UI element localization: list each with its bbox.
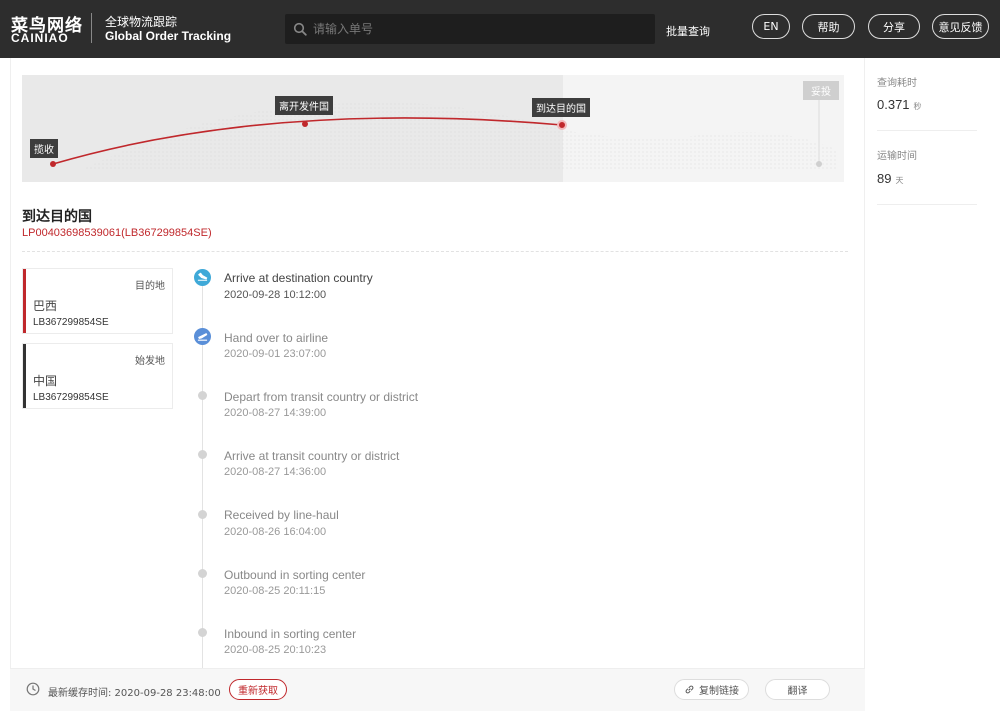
share-button[interactable]: 分享: [868, 14, 920, 39]
status-title: 到达目的国: [22, 209, 92, 225]
cache-time: 最新缓存时间: 2020-09-28 23:48:00: [48, 688, 221, 699]
transit-time-number: 89: [877, 171, 892, 186]
timeline-event: Arrive at destination country: [224, 271, 373, 285]
card-accent-bar: [23, 269, 26, 333]
query-time-label: 查询耗时: [877, 78, 917, 89]
plane-takeoff-icon: [194, 328, 211, 345]
destination-code: LB367299854SE: [33, 317, 109, 328]
timeline-time: 2020-08-26 16:04:00: [224, 526, 327, 538]
timeline-dot: [198, 569, 207, 578]
origin-country: 中国: [33, 374, 58, 388]
origin-label: 始发地: [135, 356, 165, 367]
search-icon[interactable]: [293, 22, 307, 36]
search-input[interactable]: [313, 14, 643, 44]
map-label-delivered: 妥投: [803, 81, 839, 100]
destination-point: [557, 120, 567, 130]
clock-icon: [26, 682, 40, 696]
timeline-time: 2020-08-27 14:39:00: [224, 407, 327, 419]
timeline-dot: [198, 391, 207, 400]
map-label-depart: 离开发件国: [275, 96, 333, 115]
route-map: 揽收 离开发件国 到达目的国 妥投: [22, 75, 844, 182]
batch-query-link[interactable]: 批量查询: [666, 23, 710, 39]
timeline-time: 2020-08-27 14:36:00: [224, 466, 327, 478]
stat-divider: [877, 204, 977, 205]
query-time-value: 0.371 秒: [877, 97, 922, 112]
timeline-event: Hand over to airline: [224, 331, 329, 345]
top-header: 菜鸟网络 CAINIAO 全球物流跟踪 Global Order Trackin…: [0, 0, 1000, 58]
copy-link-button[interactable]: 复制链接: [674, 679, 749, 700]
destination-label: 目的地: [135, 281, 165, 292]
plane-landing-icon: [194, 269, 211, 286]
search-box[interactable]: [285, 14, 655, 44]
help-button[interactable]: 帮助: [802, 14, 855, 39]
destination-card: 目的地 巴西 LB367299854SE: [22, 268, 173, 334]
map-label-collect: 揽收: [30, 139, 58, 158]
timeline-dot: [198, 510, 207, 519]
route-svg: [50, 100, 837, 170]
timeline-dot: [198, 450, 207, 459]
stat-divider: [877, 130, 977, 131]
query-time-unit: 秒: [913, 102, 922, 111]
translate-button[interactable]: 翻译: [765, 679, 830, 700]
timeline-event: Received by line-haul: [224, 508, 339, 522]
timeline-time: 2020-08-25 20:10:23: [224, 644, 327, 656]
origin-card: 始发地 中国 LB367299854SE: [22, 343, 173, 409]
timeline-time: 2020-08-25 20:11:15: [224, 585, 326, 597]
timeline-dot: [198, 628, 207, 637]
timeline-time: 2020-09-01 23:07:00: [224, 348, 327, 360]
card-accent-bar: [23, 344, 26, 408]
depart-point: [302, 121, 308, 127]
collect-point: [50, 161, 56, 167]
site-title-cn: 全球物流跟踪: [105, 15, 178, 29]
timeline-event: Arrive at transit country or district: [224, 449, 400, 463]
logo-divider: [91, 13, 92, 43]
feedback-button[interactable]: 意见反馈: [932, 14, 989, 39]
world-map-texture: [82, 102, 837, 170]
section-divider: [22, 251, 848, 252]
copy-link-label: 复制链接: [699, 686, 739, 697]
map-label-arrive: 到达目的国: [532, 98, 590, 117]
timeline-event: Inbound in sorting center: [224, 627, 357, 641]
destination-country: 巴西: [33, 299, 58, 313]
site-title-en: Global Order Tracking: [105, 29, 232, 43]
query-time-number: 0.371: [877, 97, 910, 112]
tracking-number: LP00403698539061(LB367299854SE): [22, 227, 212, 239]
logo-en[interactable]: CAINIAO: [11, 31, 69, 45]
bottom-bar: 最新缓存时间: 2020-09-28 23:48:00 重新获取 复制链接 翻译: [10, 668, 865, 711]
origin-code: LB367299854SE: [33, 392, 109, 403]
language-en-button[interactable]: EN: [752, 14, 790, 39]
link-icon: [685, 685, 694, 694]
transit-time-label: 运输时间: [877, 151, 917, 162]
timeline-event: Outbound in sorting center: [224, 568, 366, 582]
delivered-point: [816, 161, 822, 167]
timeline-time: 2020-09-28 10:12:00: [224, 289, 327, 301]
timeline-event: Depart from transit country or district: [224, 390, 419, 404]
refresh-button[interactable]: 重新获取: [229, 679, 287, 700]
transit-time-unit: 天: [895, 176, 904, 185]
transit-time-value: 89 天: [877, 171, 903, 186]
